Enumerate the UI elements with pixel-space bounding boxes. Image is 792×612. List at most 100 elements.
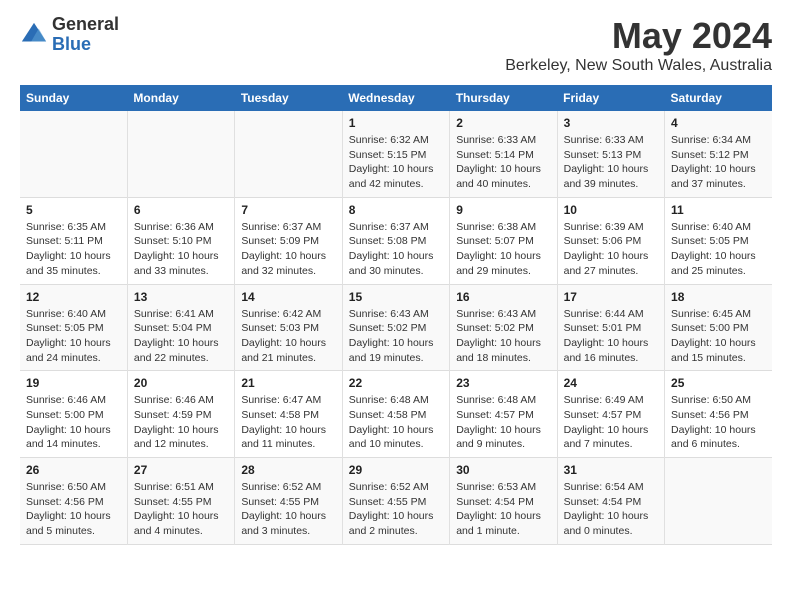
week-row-3: 12 Sunrise: 6:40 AMSunset: 5:05 PMDayligh… [20, 284, 772, 371]
day-number: 11 [671, 203, 766, 217]
calendar-cell [665, 458, 772, 545]
day-info: Sunrise: 6:47 AMSunset: 4:58 PMDaylight:… [241, 393, 335, 452]
calendar-cell: 18Sunrise: 6:45 AMSunset: 5:00 PMDayligh… [665, 284, 772, 371]
calendar-cell: 2Sunrise: 6:33 AMSunset: 5:14 PMDaylight… [450, 111, 557, 197]
day-info: Sunrise: 6:48 AMSunset: 4:58 PMDaylight:… [349, 393, 443, 452]
day-info: Sunrise: 6:46 AMSunset: 5:00 PMDaylight:… [26, 393, 121, 452]
day-info: Sunrise: 6:45 AMSunset: 5:00 PMDaylight:… [671, 307, 766, 366]
calendar-cell: 15Sunrise: 6:43 AMSunset: 5:02 PMDayligh… [342, 284, 449, 371]
calendar-cell: 25Sunrise: 6:50 AMSunset: 4:56 PMDayligh… [665, 371, 772, 458]
calendar-cell: 1 Sunrise: 6:32 AMSunset: 5:15 PMDaylight… [342, 111, 449, 197]
calendar-cell: 29 Sunrise: 6:52 AMSunset: 4:55 PMDayligh… [342, 458, 449, 545]
day-number: 21 [241, 376, 335, 390]
day-number: 23 [456, 376, 550, 390]
calendar-header: SundayMondayTuesdayWednesdayThursdayFrid… [20, 85, 772, 111]
day-info: Sunrise: 6:36 AMSunset: 5:10 PMDaylight:… [134, 220, 228, 279]
day-info: Sunrise: 6:35 AMSunset: 5:11 PMDaylight:… [26, 220, 121, 279]
calendar-cell: 22 Sunrise: 6:48 AMSunset: 4:58 PMDayligh… [342, 371, 449, 458]
day-info: Sunrise: 6:53 AMSunset: 4:54 PMDaylight:… [456, 480, 550, 539]
week-row-5: 26 Sunrise: 6:50 AMSunset: 4:56 PMDayligh… [20, 458, 772, 545]
calendar-cell: 20 Sunrise: 6:46 AMSunset: 4:59 PMDayligh… [127, 371, 234, 458]
day-number: 30 [456, 463, 550, 477]
page-header: General Blue May 2024 Berkeley, New Sout… [20, 15, 772, 75]
calendar-cell: 21 Sunrise: 6:47 AMSunset: 4:58 PMDayligh… [235, 371, 342, 458]
week-row-4: 19 Sunrise: 6:46 AMSunset: 5:00 PMDayligh… [20, 371, 772, 458]
day-number: 16 [456, 290, 550, 304]
day-number: 28 [241, 463, 335, 477]
main-title: May 2024 [505, 15, 772, 57]
day-info: Sunrise: 6:42 AMSunset: 5:03 PMDaylight:… [241, 307, 335, 366]
day-number: 7 [241, 203, 335, 217]
logo: General Blue [20, 15, 119, 55]
week-row-2: 5 Sunrise: 6:35 AMSunset: 5:11 PMDaylight… [20, 197, 772, 284]
header-day-monday: Monday [127, 85, 234, 111]
day-number: 20 [134, 376, 228, 390]
day-info: Sunrise: 6:50 AMSunset: 4:56 PMDaylight:… [26, 480, 121, 539]
day-info: Sunrise: 6:52 AMSunset: 4:55 PMDaylight:… [241, 480, 335, 539]
day-info: Sunrise: 6:46 AMSunset: 4:59 PMDaylight:… [134, 393, 228, 452]
day-number: 12 [26, 290, 121, 304]
calendar-cell [127, 111, 234, 197]
day-info: Sunrise: 6:37 AMSunset: 5:08 PMDaylight:… [349, 220, 443, 279]
calendar-cell: 23 Sunrise: 6:48 AMSunset: 4:57 PMDayligh… [450, 371, 557, 458]
day-info: Sunrise: 6:44 AMSunset: 5:01 PMDaylight:… [564, 307, 658, 366]
header-day-saturday: Saturday [665, 85, 772, 111]
header-day-wednesday: Wednesday [342, 85, 449, 111]
title-block: May 2024 Berkeley, New South Wales, Aust… [505, 15, 772, 75]
day-info: Sunrise: 6:43 AMSunset: 5:02 PMDaylight:… [456, 307, 550, 366]
day-info: Sunrise: 6:41 AMSunset: 5:04 PMDaylight:… [134, 307, 228, 366]
calendar-cell: 13 Sunrise: 6:41 AMSunset: 5:04 PMDayligh… [127, 284, 234, 371]
calendar-cell: 28 Sunrise: 6:52 AMSunset: 4:55 PMDayligh… [235, 458, 342, 545]
calendar-cell: 14Sunrise: 6:42 AMSunset: 5:03 PMDayligh… [235, 284, 342, 371]
day-info: Sunrise: 6:38 AMSunset: 5:07 PMDaylight:… [456, 220, 550, 279]
calendar-body: 1 Sunrise: 6:32 AMSunset: 5:15 PMDaylight… [20, 111, 772, 544]
day-number: 3 [564, 116, 658, 130]
day-info: Sunrise: 6:40 AMSunset: 5:05 PMDaylight:… [26, 307, 121, 366]
day-number: 5 [26, 203, 121, 217]
day-info: Sunrise: 6:34 AMSunset: 5:12 PMDaylight:… [671, 133, 766, 192]
day-info: Sunrise: 6:52 AMSunset: 4:55 PMDaylight:… [349, 480, 443, 539]
day-number: 13 [134, 290, 228, 304]
day-info: Sunrise: 6:51 AMSunset: 4:55 PMDaylight:… [134, 480, 228, 539]
day-number: 10 [564, 203, 658, 217]
day-number: 22 [349, 376, 443, 390]
day-number: 19 [26, 376, 121, 390]
calendar-cell: 30 Sunrise: 6:53 AMSunset: 4:54 PMDayligh… [450, 458, 557, 545]
day-number: 8 [349, 203, 443, 217]
day-info: Sunrise: 6:48 AMSunset: 4:57 PMDaylight:… [456, 393, 550, 452]
calendar-cell: 7 Sunrise: 6:37 AMSunset: 5:09 PMDaylight… [235, 197, 342, 284]
header-day-sunday: Sunday [20, 85, 127, 111]
calendar-cell: 12 Sunrise: 6:40 AMSunset: 5:05 PMDayligh… [20, 284, 127, 371]
header-row: SundayMondayTuesdayWednesdayThursdayFrid… [20, 85, 772, 111]
day-info: Sunrise: 6:37 AMSunset: 5:09 PMDaylight:… [241, 220, 335, 279]
day-number: 1 [349, 116, 443, 130]
calendar-cell [20, 111, 127, 197]
calendar-cell: 5 Sunrise: 6:35 AMSunset: 5:11 PMDaylight… [20, 197, 127, 284]
subtitle: Berkeley, New South Wales, Australia [505, 57, 772, 75]
day-info: Sunrise: 6:32 AMSunset: 5:15 PMDaylight:… [349, 133, 443, 192]
week-row-1: 1 Sunrise: 6:32 AMSunset: 5:15 PMDaylight… [20, 111, 772, 197]
header-day-tuesday: Tuesday [235, 85, 342, 111]
calendar-cell: 9 Sunrise: 6:38 AMSunset: 5:07 PMDaylight… [450, 197, 557, 284]
day-number: 29 [349, 463, 443, 477]
calendar-cell: 16 Sunrise: 6:43 AMSunset: 5:02 PMDayligh… [450, 284, 557, 371]
day-number: 9 [456, 203, 550, 217]
day-number: 31 [564, 463, 658, 477]
calendar-cell: 17 Sunrise: 6:44 AMSunset: 5:01 PMDayligh… [557, 284, 664, 371]
header-day-friday: Friday [557, 85, 664, 111]
calendar-cell: 19 Sunrise: 6:46 AMSunset: 5:00 PMDayligh… [20, 371, 127, 458]
day-info: Sunrise: 6:33 AMSunset: 5:13 PMDaylight:… [564, 133, 658, 192]
header-day-thursday: Thursday [450, 85, 557, 111]
calendar-cell [235, 111, 342, 197]
calendar-cell: 8 Sunrise: 6:37 AMSunset: 5:08 PMDaylight… [342, 197, 449, 284]
day-info: Sunrise: 6:49 AMSunset: 4:57 PMDaylight:… [564, 393, 658, 452]
day-number: 26 [26, 463, 121, 477]
calendar-table: SundayMondayTuesdayWednesdayThursdayFrid… [20, 85, 772, 545]
day-number: 17 [564, 290, 658, 304]
day-number: 25 [671, 376, 766, 390]
logo-text: General Blue [52, 15, 119, 55]
logo-icon [20, 21, 48, 49]
calendar-cell: 24 Sunrise: 6:49 AMSunset: 4:57 PMDayligh… [557, 371, 664, 458]
day-number: 24 [564, 376, 658, 390]
day-number: 15 [349, 290, 443, 304]
